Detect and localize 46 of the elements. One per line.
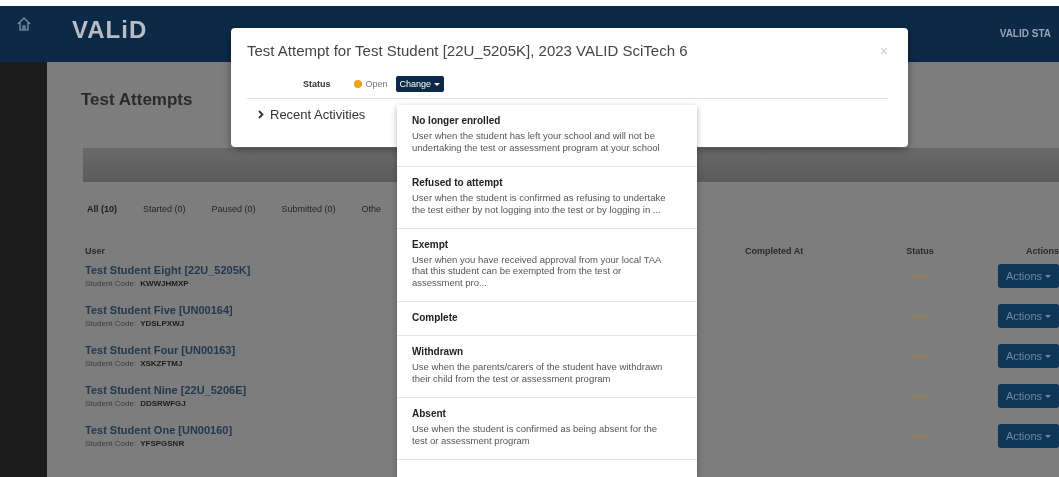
student-code: YDSLPXWJ xyxy=(140,319,185,328)
status-label: Status xyxy=(303,79,331,89)
status-option[interactable]: Exempt User when you have received approval from your local TAA that this student can be exempted from the test or assessment pro... xyxy=(397,228,697,303)
status-dot xyxy=(353,80,362,88)
caret-icon xyxy=(1045,354,1051,358)
status-value: Open xyxy=(365,79,388,89)
caret-icon xyxy=(1045,434,1051,438)
actions-button[interactable]: Actions xyxy=(997,264,1059,288)
actions-button[interactable]: Actions xyxy=(997,344,1059,368)
caret-icon xyxy=(434,82,441,86)
status-option[interactable]: Withdrawn Use when the parents/carers of the student have withdrawn their child from the test or assessment program xyxy=(397,336,697,398)
status-option[interactable]: Refused to attempt User when the student is confirmed as refusing to undertake the test either by not logging into the test or by logging in ... xyxy=(397,166,697,229)
caret-icon xyxy=(1045,394,1051,398)
student-link[interactable]: Test Student Nine [22U_5206E] xyxy=(85,384,247,396)
status-option[interactable]: Complete xyxy=(397,302,697,337)
logo: VALiD xyxy=(72,16,148,44)
caret-icon xyxy=(1045,274,1051,278)
caret-icon xyxy=(1045,314,1051,318)
student-code: DDSRWFGJ xyxy=(140,399,186,408)
actions-button[interactable]: Actions xyxy=(997,384,1059,408)
modal-title: Test Attempt for Test Student [22U_5205K], 2023 VALID SciTech 6 xyxy=(247,42,688,59)
change-button[interactable]: Change xyxy=(395,76,445,92)
column-header: User xyxy=(85,246,105,256)
student-code: YFSPGSNR xyxy=(140,439,185,448)
student-link[interactable]: Test Student One [UN00160] xyxy=(85,424,233,436)
page-title: Test Attempts xyxy=(81,90,194,110)
student-code: XSKZFTMJ xyxy=(140,359,183,368)
filter-tab[interactable]: Othe xyxy=(355,200,388,218)
home-icon[interactable] xyxy=(15,16,32,32)
column-header: Status xyxy=(906,246,934,256)
status-option[interactable]: Absent Use when the student is confirmed as being absent for the test or assessment program xyxy=(397,397,697,460)
column-header: Actions xyxy=(1026,246,1059,256)
column-header: Completed At xyxy=(745,246,804,256)
chevron-icon xyxy=(258,110,264,119)
student-code: KWWJHMXP xyxy=(140,279,189,288)
status-option[interactable]: No longer enrolled User when the student has left your school and will not be undertaking the test or assessment program at your school xyxy=(397,105,697,167)
actions-button[interactable]: Actions xyxy=(997,304,1059,328)
student-link[interactable]: Test Student Four [UN00163] xyxy=(85,344,236,356)
filter-tab[interactable]: Started (0) xyxy=(137,200,192,218)
filter-tab[interactable]: All (10) xyxy=(81,200,123,218)
actions-button[interactable]: Actions xyxy=(997,424,1059,448)
student-link[interactable]: Test Student Eight [22U_5205K] xyxy=(85,264,251,276)
filter-tab[interactable]: Submitted (0) xyxy=(275,200,342,218)
student-link[interactable]: Test Student Five [UN00164] xyxy=(85,304,233,316)
filter-tab[interactable]: Paused (0) xyxy=(205,200,262,218)
user-menu[interactable]: VALID STA xyxy=(999,28,1051,39)
